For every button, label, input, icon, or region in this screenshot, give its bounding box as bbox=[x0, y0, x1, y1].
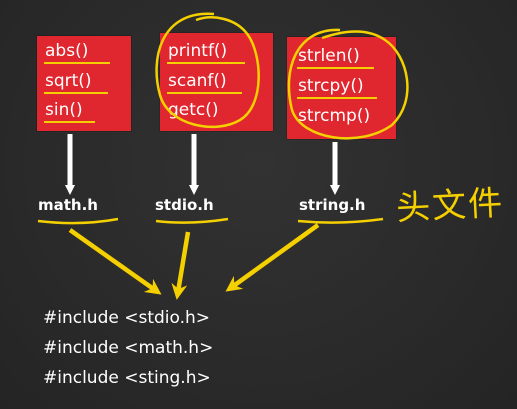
arrow-math-to-includes bbox=[68, 228, 162, 295]
underline-math-h bbox=[37, 217, 119, 225]
blackboard: abs() sqrt() sin() printf() scanf() getc… bbox=[0, 0, 517, 409]
circle-string-functions bbox=[287, 28, 409, 140]
circle-stdio-functions bbox=[155, 12, 260, 129]
arrow-stdio-to-includes bbox=[171, 231, 191, 300]
underline-stdio-h bbox=[155, 217, 229, 224]
arrow-string-to-includes bbox=[225, 223, 320, 292]
annotation-layer bbox=[37, 12, 409, 300]
underline-string-h bbox=[297, 217, 384, 224]
